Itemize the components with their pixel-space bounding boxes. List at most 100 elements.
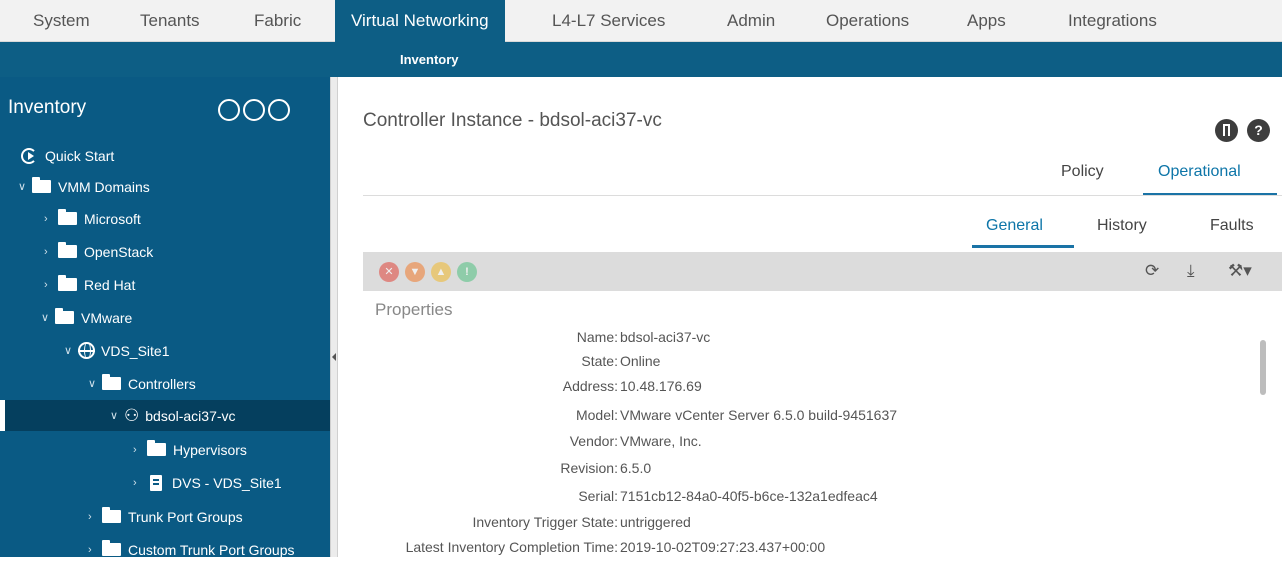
property-value: Online (620, 353, 661, 369)
panel-splitter[interactable] (330, 77, 338, 557)
chevron-down-icon[interactable]: ∨ (88, 377, 102, 390)
properties-scrollbar[interactable] (1258, 326, 1268, 557)
folder-icon (58, 242, 77, 258)
sidebar-item-dvs-vds-site1[interactable]: › DVS - VDS_Site1 (0, 467, 330, 498)
sidebar-item-red-hat[interactable]: › Red Hat (0, 269, 330, 300)
chevron-right-icon[interactable]: › (44, 279, 58, 291)
folder-icon (147, 440, 166, 456)
tab-policy[interactable]: Policy (1061, 163, 1104, 181)
major-fault-icon[interactable]: ▼ (405, 262, 425, 282)
sidebar-item-trunk-port-groups[interactable]: › Trunk Port Groups (0, 501, 330, 532)
chevron-down-icon[interactable]: ∨ (64, 344, 78, 357)
tab-fabric[interactable]: Fabric (254, 0, 301, 42)
chevron-right-icon[interactable]: › (44, 213, 58, 225)
property-row: State: Online (338, 353, 1268, 377)
property-value: 6.5.0 (620, 460, 652, 476)
sidebar-item-label: Controllers (128, 375, 196, 392)
sidebar-item-openstack[interactable]: › OpenStack (0, 236, 330, 267)
sidebar-item-label: Quick Start (45, 147, 115, 164)
property-label: State: (581, 353, 618, 369)
chevron-down-icon[interactable]: ∨ (18, 180, 32, 193)
collapse-arrow-icon[interactable] (332, 353, 336, 361)
property-row: Revision: 6.5.0 (338, 460, 1268, 484)
sub-navigation: Inventory (0, 42, 1282, 77)
property-label: Inventory Trigger State: (472, 514, 618, 530)
sidebar-item-quick-start[interactable]: Quick Start (0, 140, 330, 171)
sidebar-item-label: OpenStack (84, 243, 154, 260)
sidebar-item-microsoft[interactable]: › Microsoft (0, 203, 330, 234)
minor-fault-icon[interactable]: ▲ (431, 262, 451, 282)
sidebar-item-label: Custom Trunk Port Groups (128, 541, 295, 558)
sidebar-item-vds-site1[interactable]: ∨ VDS_Site1 (0, 335, 330, 366)
scrollbar-thumb[interactable] (1260, 340, 1266, 395)
list-icon[interactable] (243, 99, 265, 121)
folder-icon (58, 275, 77, 291)
sidebar-header-actions (218, 99, 290, 121)
tab-operational[interactable]: Operational (1158, 163, 1241, 181)
bookmark-button[interactable] (1215, 119, 1238, 142)
folder-icon (102, 507, 121, 523)
property-row: Latest Inventory Completion Time: 2019-1… (338, 539, 1268, 563)
tab-system[interactable]: System (33, 0, 90, 42)
property-label: Revision: (560, 460, 618, 476)
chevron-down-icon[interactable]: ∨ (41, 311, 55, 324)
tab-l4-l7-services[interactable]: L4-L7 Services (552, 0, 665, 42)
properties-title: Properties (375, 300, 453, 319)
property-label: Name: (576, 329, 618, 345)
tab-general[interactable]: General (986, 217, 1043, 235)
sidebar-item-custom-trunk-port-groups[interactable]: › Custom Trunk Port Groups (0, 534, 330, 565)
folder-icon (102, 540, 121, 556)
sidebar-item-label: Microsoft (84, 210, 141, 227)
property-value: VMware vCenter Server 6.5.0 build-945163… (620, 407, 898, 423)
chevron-right-icon[interactable]: › (88, 544, 102, 556)
property-row: Name: bdsol-aci37-vc (338, 329, 1268, 353)
sidebar-item-hypervisors[interactable]: › Hypervisors (0, 434, 330, 465)
document-icon (150, 474, 162, 491)
tab-admin[interactable]: Admin (727, 0, 775, 42)
folder-icon (58, 209, 77, 225)
sidebar-item-label: Hypervisors (173, 441, 247, 458)
tab-general-indicator (972, 245, 1074, 248)
tab-faults[interactable]: Faults (1210, 217, 1254, 235)
top-navigation: System Tenants Fabric Virtual Networking… (0, 0, 1282, 42)
property-value: VMware, Inc. (620, 433, 702, 449)
sidebar-item-vmware[interactable]: ∨ VMware (0, 302, 330, 333)
folder-icon (102, 374, 121, 390)
sidebar-item-controllers[interactable]: ∨ Controllers (0, 368, 330, 399)
main-content: Controller Instance - bdsol-aci37-vc ? P… (338, 77, 1282, 557)
power-icon[interactable] (268, 99, 290, 121)
tab-history[interactable]: History (1097, 217, 1147, 235)
tab-apps[interactable]: Apps (967, 0, 1006, 42)
sidebar-item-label: Trunk Port Groups (128, 508, 243, 525)
sidebar-item-vmm-domains[interactable]: ∨ VMM Domains (0, 171, 330, 202)
bookmark-icon (1223, 124, 1230, 136)
chevron-down-icon[interactable]: ∨ (110, 409, 124, 422)
warning-fault-icon[interactable]: ! (457, 262, 477, 282)
page-title: Controller Instance - bdsol-aci37-vc (363, 110, 662, 131)
chevron-right-icon[interactable]: › (133, 444, 147, 456)
chevron-right-icon[interactable]: › (133, 477, 147, 489)
filter-icon[interactable] (218, 99, 240, 121)
tools-dropdown-icon[interactable]: ⚒▾ (1228, 261, 1252, 281)
sidebar-item-label: VDS_Site1 (101, 342, 170, 359)
property-value: 10.48.176.69 (620, 378, 702, 394)
tab-tenants[interactable]: Tenants (140, 0, 200, 42)
chevron-right-icon[interactable]: › (88, 511, 102, 523)
subnav-inventory[interactable]: Inventory (400, 42, 459, 77)
chevron-right-icon[interactable]: › (44, 246, 58, 258)
help-button[interactable]: ? (1247, 119, 1270, 142)
download-icon[interactable]: ⤓ (1187, 261, 1195, 281)
globe-icon (78, 342, 95, 359)
folder-icon (55, 308, 74, 324)
tab-integrations[interactable]: Integrations (1068, 0, 1157, 42)
tab-virtual-networking[interactable]: Virtual Networking (335, 0, 505, 42)
sidebar-item-bdsol-aci37-vc[interactable]: ∨ ⚇ bdsol-aci37-vc (0, 400, 330, 431)
sidebar-title: Inventory (8, 97, 87, 118)
tab-operations[interactable]: Operations (826, 0, 909, 42)
property-row: Address: 10.48.176.69 (338, 378, 1268, 402)
property-row: Vendor: VMware, Inc. (338, 433, 1268, 457)
refresh-icon[interactable]: ⟳ (1145, 261, 1159, 281)
critical-fault-icon[interactable]: ✕ (379, 262, 399, 282)
property-value: 2019-10-02T09:27:23.437+00:00 (620, 539, 826, 555)
controller-icon: ⚇ (124, 406, 140, 425)
